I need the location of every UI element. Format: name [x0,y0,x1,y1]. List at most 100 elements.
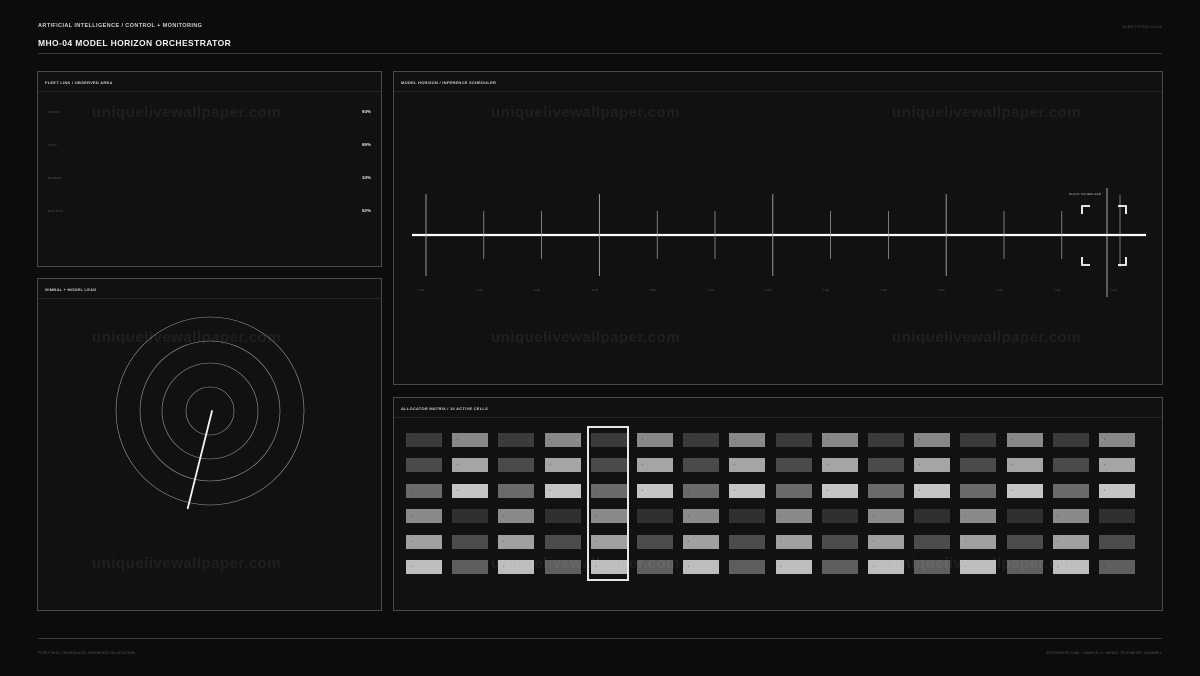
allocator-cell[interactable]: ▪ [406,560,442,574]
allocator-cell[interactable]: ▪ [914,483,951,498]
allocator-cell[interactable]: ▪ [1099,458,1135,473]
allocator-cell[interactable]: ▪ [637,458,673,473]
allocator-cell[interactable]: ▪ [683,458,720,473]
allocator-cell[interactable]: ▪ [544,458,581,473]
allocator-cell[interactable]: ▪ [683,433,720,447]
allocator-cell[interactable]: ▪ [452,534,489,549]
allocator-cell[interactable]: ▪ [1006,509,1043,524]
gimbal-needle[interactable] [186,410,213,510]
allocator-cell[interactable]: ▪ [1006,560,1043,574]
allocator-cell[interactable]: ▪ [452,458,489,473]
gimbal-dial[interactable] [38,279,381,610]
allocator-cell[interactable]: ▪ [498,509,535,524]
allocator-cell[interactable]: ▪ [1052,560,1089,574]
allocator-cell[interactable]: ▪ [452,560,489,574]
allocator-cell[interactable]: ▪ [868,458,904,473]
allocator-cell[interactable]: ▪ [406,483,442,498]
allocator-cell[interactable]: ▪ [868,560,904,574]
allocator-cell[interactable]: ▪ [683,534,720,549]
allocator-cell[interactable]: ▪ [1052,458,1089,473]
allocator-cell[interactable]: ▪ [914,509,951,524]
allocator-cell[interactable]: ▪ [406,458,442,473]
allocator-cell[interactable]: ▪ [1099,534,1135,549]
allocator-cell[interactable]: ▪ [775,534,812,549]
allocator-cell[interactable]: ▪ [637,560,673,574]
inference-timeline[interactable]: T+00 T+00 T+00 T+00 T+00 T+00 T+00 T+00 T+00 T+00… [394,72,1162,384]
allocator-cell[interactable]: ▪ [1006,458,1043,473]
allocator-cell[interactable]: ▪ [1006,534,1043,549]
allocator-cell[interactable]: ▪ [544,433,581,447]
allocator-cell[interactable]: ▪ [683,483,720,498]
allocator-cell[interactable]: ▪ [775,509,812,524]
allocator-cell[interactable]: ▪ [960,534,997,549]
allocator-cell[interactable]: ▪ [960,560,997,574]
allocator-cell[interactable]: ▪ [821,483,858,498]
allocator-cell[interactable]: ▪ [1052,534,1089,549]
allocator-cell[interactable]: ▪ [729,509,766,524]
allocator-cell[interactable]: ▪ [637,534,673,549]
allocator-cell[interactable]: ▪ [498,458,535,473]
allocator-cell[interactable]: ▪ [960,458,997,473]
allocator-cell[interactable]: ▪ [498,560,535,574]
allocator-cell[interactable]: ▪ [1006,433,1043,447]
allocator-cell[interactable]: ▪ [590,433,627,447]
allocator-cell[interactable]: ▪ [452,509,489,524]
allocator-cell[interactable]: ▪ [775,560,812,574]
allocator-cell[interactable]: ▪ [729,483,766,498]
allocator-cell[interactable]: ▪ [498,483,535,498]
allocator-cell[interactable]: ▪ [960,509,997,524]
allocator-cell[interactable]: ▪ [590,483,627,498]
allocator-cell[interactable]: ▪ [590,509,627,524]
allocator-cell[interactable]: ▪ [544,534,581,549]
allocator-cell[interactable]: ▪ [1099,509,1135,524]
allocator-cell[interactable]: ▪ [637,509,673,524]
allocator-cell[interactable]: ▪ [1052,509,1089,524]
allocator-cell[interactable]: ▪ [590,560,627,574]
allocator-cell[interactable]: ▪ [590,534,627,549]
allocator-cell[interactable]: ▪ [683,509,720,524]
allocator-cell[interactable]: ▪ [821,560,858,574]
allocator-cell[interactable]: ▪ [683,560,720,574]
allocator-cell[interactable]: ▪ [775,433,812,447]
allocator-cell[interactable]: ▪ [406,534,442,549]
allocator-cell[interactable]: ▪ [914,534,951,549]
allocator-cell[interactable]: ▪ [498,433,535,447]
allocator-cell[interactable]: ▪ [960,433,997,447]
allocator-cell[interactable]: ▪ [960,483,997,498]
allocator-cell[interactable]: ▪ [729,433,766,447]
allocator-cell[interactable]: ▪ [637,483,673,498]
allocator-cell[interactable]: ▪ [406,509,442,524]
allocator-cell[interactable]: ▪ [498,534,535,549]
allocator-cell[interactable]: ▪ [821,458,858,473]
allocator-cell[interactable]: ▪ [544,483,581,498]
allocator-cell[interactable]: ▪ [590,458,627,473]
allocator-cell[interactable]: ▪ [821,433,858,447]
allocator-cell[interactable]: ▪ [729,560,766,574]
allocator-cell[interactable]: ▪ [1099,433,1135,447]
allocator-cell[interactable]: ▪ [729,534,766,549]
allocator-cell[interactable]: ▪ [914,433,951,447]
allocator-cell[interactable]: ▪ [729,458,766,473]
allocator-cell[interactable]: ▪ [868,483,904,498]
allocator-cell[interactable]: ▪ [544,560,581,574]
allocator-cell[interactable]: ▪ [637,433,673,447]
allocator-cell[interactable]: ▪ [821,534,858,549]
allocator-cell[interactable]: ▪ [1099,560,1135,574]
allocator-cell[interactable]: ▪ [452,483,489,498]
allocator-cell[interactable]: ▪ [914,560,951,574]
allocator-cell[interactable]: ▪ [544,509,581,524]
allocator-cell[interactable]: ▪ [821,509,858,524]
allocator-cell[interactable]: ▪ [1006,483,1043,498]
allocator-cell[interactable]: ▪ [868,433,904,447]
allocator-cell[interactable]: ▪ [775,458,812,473]
allocator-cell[interactable]: ▪ [1052,433,1089,447]
selected-column-highlight[interactable] [586,426,629,581]
allocator-cell[interactable]: ▪ [775,483,812,498]
allocator-cell[interactable]: ▪ [406,433,442,447]
allocator-cell[interactable]: ▪ [914,458,951,473]
allocator-cell[interactable]: ▪ [868,509,904,524]
allocator-cell[interactable]: ▪ [452,433,489,447]
allocator-cell[interactable]: ▪ [1052,483,1089,498]
allocator-cell[interactable]: ▪ [868,534,904,549]
allocator-cell[interactable]: ▪ [1099,483,1135,498]
